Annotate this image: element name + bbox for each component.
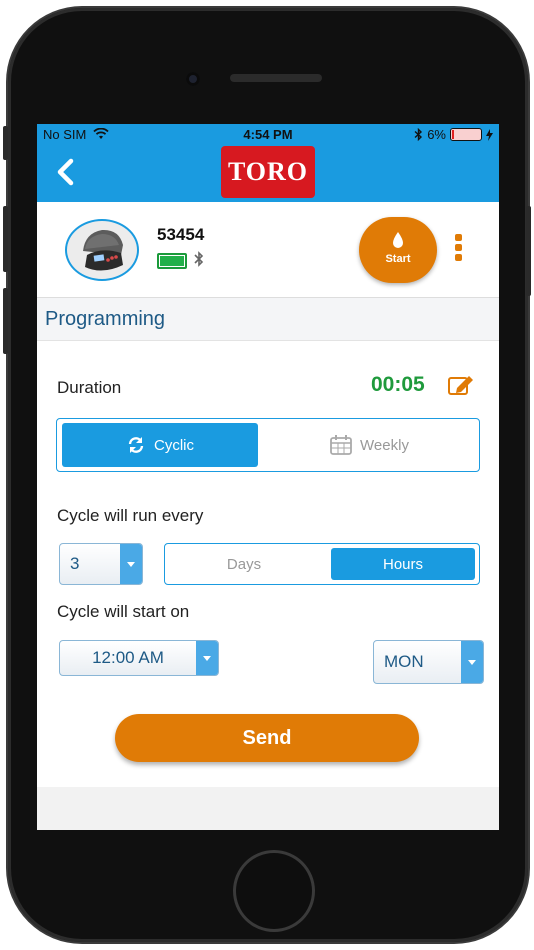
mute-switch[interactable]	[3, 126, 8, 160]
controller-image	[65, 219, 139, 281]
start-button[interactable]: Start	[359, 217, 437, 283]
weekly-option[interactable]: Weekly	[267, 423, 472, 467]
volume-down-button[interactable]	[3, 288, 8, 354]
power-button[interactable]	[526, 206, 531, 296]
device-card: 53454 Start	[37, 202, 499, 298]
send-button[interactable]: Send	[115, 714, 419, 762]
device-battery-icon	[157, 253, 187, 269]
refresh-icon	[128, 437, 144, 453]
volume-up-button[interactable]	[3, 206, 8, 272]
chevron-down-icon	[120, 544, 142, 584]
front-camera	[186, 72, 200, 86]
cycle-every-label: Cycle will run every	[57, 506, 204, 525]
cyclic-option[interactable]: Cyclic	[62, 423, 258, 467]
status-bar: No SIM 4:54 PM 6%	[37, 124, 499, 146]
charging-icon	[486, 128, 493, 141]
device-name: 53454	[157, 225, 205, 244]
unit-toggle: Days Hours	[164, 543, 480, 585]
cyclic-label: Cyclic	[154, 436, 194, 454]
app-bar: TORO	[37, 146, 499, 202]
status-right: 6%	[414, 127, 493, 142]
start-day-select[interactable]: MON	[373, 640, 484, 684]
speaker-grille	[230, 74, 322, 82]
battery-icon	[450, 128, 482, 141]
more-options-icon[interactable]	[455, 234, 465, 266]
mode-toggle: Cyclic Weekly	[56, 418, 480, 472]
section-title: Programming	[45, 308, 166, 330]
calendar-icon	[330, 435, 352, 455]
hours-option[interactable]: Hours	[331, 548, 475, 580]
start-day-value: MON	[384, 652, 424, 671]
toro-logo: TORO	[221, 146, 315, 198]
programming-form: Duration 00:05 Cyclic Weekly Cycle will …	[37, 341, 499, 787]
chevron-down-icon	[196, 641, 218, 675]
start-time-value: 12:00 AM	[92, 648, 164, 667]
cycle-start-label: Cycle will start on	[57, 602, 190, 621]
duration-value: 00:05	[371, 373, 425, 396]
device-bluetooth-icon	[194, 251, 204, 267]
days-option[interactable]: Days	[169, 548, 319, 580]
bluetooth-icon	[414, 128, 423, 141]
section-header: Programming	[37, 298, 499, 341]
battery-percent: 6%	[427, 127, 446, 142]
chevron-down-icon	[461, 641, 483, 683]
back-chevron-icon[interactable]	[55, 158, 75, 192]
home-button[interactable]	[233, 850, 315, 932]
start-label: Start	[385, 253, 411, 265]
app-screen: No SIM 4:54 PM 6% TORO 53454 Start Progr…	[37, 124, 499, 830]
water-drop-icon	[393, 232, 403, 248]
edit-icon[interactable]	[447, 374, 475, 396]
start-time-select[interactable]: 12:00 AM	[59, 640, 219, 676]
weekly-label: Weekly	[360, 436, 409, 454]
duration-label: Duration	[57, 378, 122, 397]
interval-select[interactable]: 3	[59, 543, 143, 585]
interval-value: 3	[70, 554, 80, 573]
